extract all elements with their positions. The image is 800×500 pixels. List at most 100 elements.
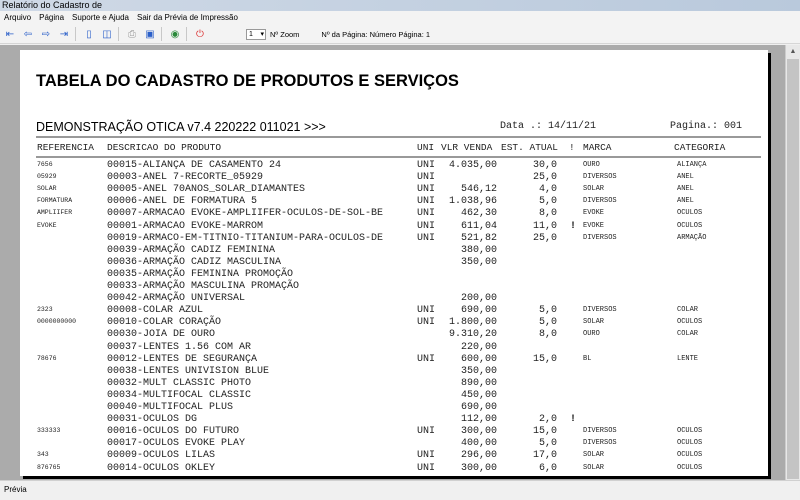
divider bbox=[36, 136, 761, 138]
header-uni: UNI bbox=[417, 142, 435, 153]
cell-ref: AMPLIIFER bbox=[37, 209, 73, 217]
cell-desc: 00005-ANEL 70ANOS_SOLAR_DIAMANTES bbox=[107, 184, 306, 196]
menu-pagina[interactable]: Página bbox=[35, 11, 68, 25]
first-page-icon[interactable]: ⇤ bbox=[2, 27, 18, 41]
cell-est: 15,0 bbox=[532, 426, 557, 438]
table-row: 2323 00008-COLAR AZUL UNI 690,00 5,0 DIVERSOS… bbox=[20, 305, 768, 317]
header-bang: ! bbox=[569, 142, 575, 153]
prev-page-icon[interactable]: ⇦ bbox=[20, 27, 36, 41]
cell-est: 5,0 bbox=[538, 438, 557, 450]
cell-desc: 00031-OCULOS DG bbox=[107, 414, 198, 426]
cell-uni: UNI bbox=[417, 317, 436, 329]
cell-desc: 00042-ARMAÇÃO UNIVERSAL bbox=[107, 293, 246, 305]
close-preview-icon[interactable]: ⏻ bbox=[192, 27, 208, 41]
cell-ref: 78676 bbox=[37, 354, 57, 362]
cell-ref: SOLAR bbox=[37, 185, 57, 193]
cell-est: 15,0 bbox=[532, 353, 557, 365]
cell-vlr: 300,00 bbox=[460, 426, 497, 438]
cell-cat: COLAR bbox=[677, 330, 699, 339]
cell-marca: DIVERSOS bbox=[583, 233, 617, 242]
cell-vlr: 611,04 bbox=[460, 220, 497, 232]
cell-vlr: 462,30 bbox=[460, 208, 497, 220]
cell-cat: OCULOS bbox=[677, 439, 703, 448]
scroll-thumb[interactable] bbox=[787, 59, 799, 479]
table-row: 7656 00015-ALIANÇA DE CASAMENTO 24 UNI 4.03… bbox=[20, 160, 768, 172]
cell-marca: OURO bbox=[583, 161, 600, 169]
cell-cat: OCULOS bbox=[677, 463, 703, 472]
report-page-number: Pagina.: 001 bbox=[670, 121, 743, 132]
table-row: FORMATURA 00006-ANEL DE FORMATURA 5 UNI 1.0… bbox=[20, 196, 768, 208]
cell-desc: 00033-ARMAÇÃO MASCULINA PROMAÇÃO bbox=[107, 281, 300, 292]
cell-vlr: 690,00 bbox=[460, 305, 497, 317]
cell-uni: UNI bbox=[417, 232, 436, 244]
cell-vlr: 112,00 bbox=[460, 414, 497, 426]
cell-vlr: 350,00 bbox=[460, 365, 497, 377]
cell-est: 25,0 bbox=[532, 172, 557, 184]
cell-vlr: 600,00 bbox=[460, 353, 497, 365]
table-row: 0000000000 00010-COLAR CORAÇÃO UNI 1.800,00… bbox=[20, 317, 768, 329]
cell-cat: OCULOS bbox=[677, 427, 703, 436]
cell-marca: EVOKE bbox=[583, 221, 605, 230]
cell-marca: SOLAR bbox=[583, 451, 605, 460]
table-row: 00039-ARMAÇÃO CADIZ FEMININA 380,00 bbox=[20, 245, 768, 257]
cell-desc: 00017-OCULOS EVOKE PLAY bbox=[107, 438, 246, 450]
cell-ref: 333333 bbox=[37, 427, 61, 435]
cell-uni: UNI bbox=[417, 220, 436, 232]
last-page-icon[interactable]: ⇥ bbox=[56, 27, 72, 41]
single-page-icon[interactable]: ▯ bbox=[81, 27, 97, 41]
table-row: 00035-ARMAÇÃO FEMININA PROMOÇÃO bbox=[20, 269, 768, 281]
cell-vlr: 9.310,20 bbox=[448, 329, 497, 341]
table-header: REFERENCIA DESCRICAO DO PRODUTO UNI VLR … bbox=[20, 142, 768, 154]
table-row: 00030-JOIA DE OURO 9.310,20 8,0 OURO COLAR bbox=[20, 329, 768, 341]
cell-ref: 876765 bbox=[37, 463, 61, 471]
cell-cat: ANEL bbox=[677, 173, 694, 182]
cell-marca: BL bbox=[583, 354, 592, 363]
cell-vlr: 200,00 bbox=[460, 293, 497, 305]
cell-desc: 00014-OCULOS OKLEY bbox=[107, 462, 216, 474]
table-row: 343 00009-OCULOS LILAS UNI 296,00 17,0 SOLAR O… bbox=[20, 450, 768, 462]
cell-marca: DIVERSOS bbox=[583, 439, 617, 448]
cell-ref: 0000000000 bbox=[37, 318, 77, 326]
cell-desc: 00032-MULT CLASSIC PHOTO bbox=[107, 377, 252, 389]
cell-marca: DIVERSOS bbox=[583, 173, 617, 182]
cell-ref: EVOKE bbox=[37, 221, 57, 229]
cell-vlr: 400,00 bbox=[460, 438, 497, 450]
cell-est: 6,0 bbox=[538, 462, 557, 474]
toolbar: ⇤ ⇦ ⇨ ⇥ ▯ ◫ ⎙ ▣ ◉ ⏻ 1 Nº Zoom Nº da Pági… bbox=[0, 25, 800, 44]
cell-marca: OURO bbox=[583, 330, 600, 339]
cell-cat: ANEL bbox=[677, 197, 694, 206]
menu-suporte[interactable]: Suporte e Ajuda bbox=[68, 11, 133, 25]
cell-desc: 00012-LENTES DE SEGURANÇA bbox=[107, 353, 258, 365]
print-icon[interactable]: ⎙ bbox=[124, 27, 140, 41]
cell-marca: DIVERSOS bbox=[583, 306, 617, 315]
menu-sair[interactable]: Sair da Prévia de Impressão bbox=[133, 11, 242, 25]
cell-cat: ALIANÇA bbox=[677, 161, 707, 169]
menu-arquivo[interactable]: Arquivo bbox=[0, 11, 35, 25]
table-row: 78676 00012-LENTES DE SEGURANÇA UNI 600,00 1… bbox=[20, 354, 768, 366]
zoom-select[interactable]: 1 bbox=[246, 28, 266, 40]
table-row: 00032-MULT CLASSIC PHOTO 890,00 bbox=[20, 378, 768, 390]
cell-ref: 7656 bbox=[37, 161, 53, 168]
two-pages-icon[interactable]: ◫ bbox=[99, 27, 115, 41]
table-row: 00031-OCULOS DG 112,00 2,0! bbox=[20, 414, 768, 426]
word-export-icon[interactable]: ▣ bbox=[142, 27, 158, 41]
cell-vlr: 1.038,96 bbox=[448, 196, 497, 208]
zoom-label: Nº Zoom bbox=[270, 29, 300, 39]
separator bbox=[118, 27, 119, 41]
report-subtitle: DEMONSTRAÇÃO OTICA v7.4 220222 011021 >>… bbox=[36, 120, 326, 134]
vertical-scrollbar[interactable]: ▲ bbox=[785, 45, 800, 480]
table-row: SOLAR 00005-ANEL 70ANOS_SOLAR_DIAMANTES UN… bbox=[20, 184, 768, 196]
cell-uni: UNI bbox=[417, 184, 436, 196]
cell-uni: UNI bbox=[417, 462, 436, 474]
cell-desc: 00040-MULTIFOCAL PLUS bbox=[107, 402, 234, 413]
cell-cat: OCULOS bbox=[677, 221, 703, 230]
next-page-icon[interactable]: ⇨ bbox=[38, 27, 54, 41]
cell-ref: FORMATURA bbox=[37, 197, 73, 205]
scroll-up-icon[interactable]: ▲ bbox=[786, 45, 800, 59]
table-row: 05929 00003-ANEL 7-RECORTE_05929 UNI 25,0 DI… bbox=[20, 172, 768, 184]
table-row: 00017-OCULOS EVOKE PLAY 400,00 5,0 DIVERSOS… bbox=[20, 438, 768, 450]
web-export-icon[interactable]: ◉ bbox=[167, 27, 183, 41]
separator bbox=[186, 27, 187, 41]
cell-uni: UNI bbox=[417, 196, 436, 208]
cell-uni: UNI bbox=[417, 450, 436, 462]
